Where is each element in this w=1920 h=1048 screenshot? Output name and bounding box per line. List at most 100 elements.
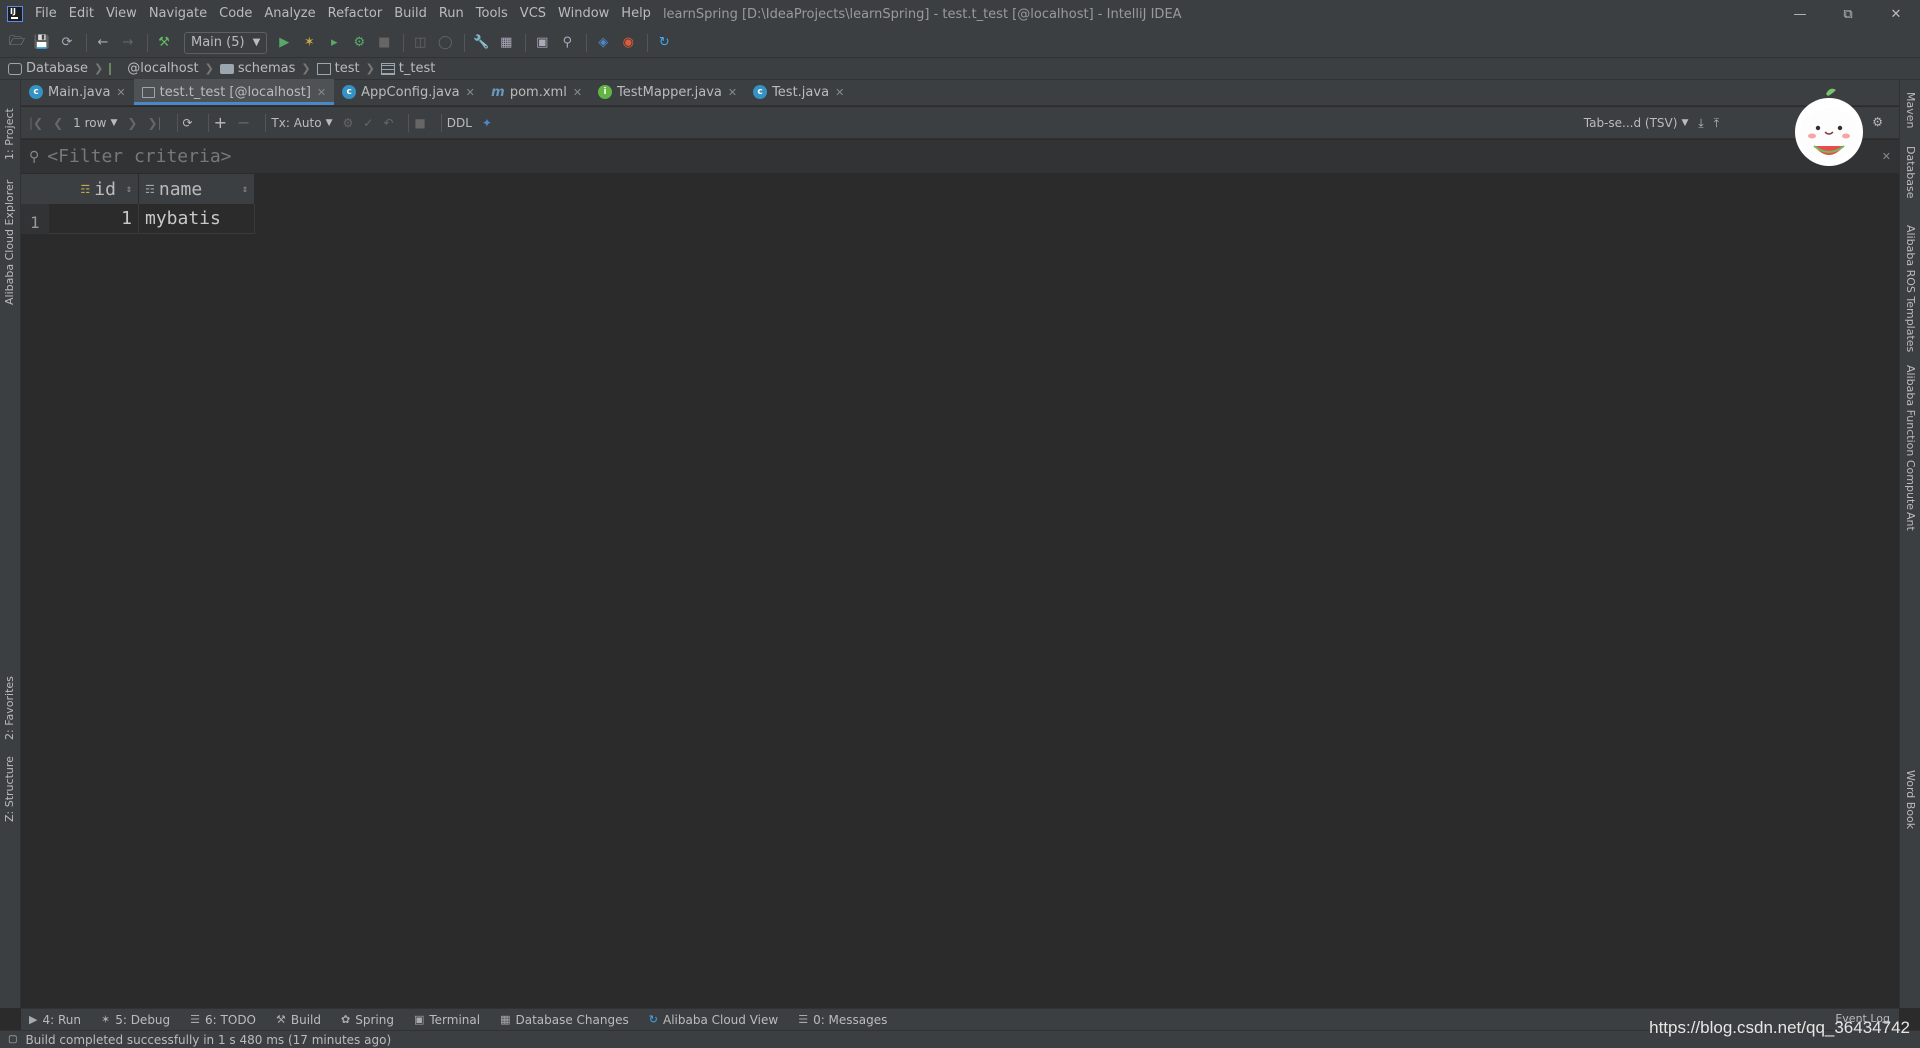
synchronize-icon[interactable]: ⟳ <box>56 32 78 54</box>
tool-tab-project[interactable]: 1: Project <box>3 108 16 160</box>
close-filter-icon[interactable]: ✕ <box>1882 150 1891 163</box>
reload-icon[interactable]: ⟳ <box>183 116 193 130</box>
tool-tab-database-changes[interactable]: ▦ Database Changes <box>500 1013 629 1027</box>
close-window-icon[interactable]: ✕ <box>1872 0 1920 28</box>
debug-icon[interactable]: ✶ <box>298 32 320 54</box>
profile-icon[interactable]: ⚙ <box>348 32 370 54</box>
tool-tab-terminal[interactable]: ▣ Terminal <box>414 1013 480 1027</box>
menu-build[interactable]: Build <box>388 0 433 28</box>
tool-tab-favorites[interactable]: 2: Favorites <box>3 676 16 740</box>
export-format-select[interactable]: Tab-se...d (TSV) ▼ <box>1584 116 1689 130</box>
menu-window[interactable]: Window <box>552 0 615 28</box>
tool-tab-run[interactable]: ▶ 4: Run <box>29 1013 81 1027</box>
add-row-icon[interactable]: + <box>214 113 227 132</box>
tool-tab-maven[interactable]: Maven <box>1904 92 1917 128</box>
download-icon[interactable]: ⤓ <box>1698 116 1703 131</box>
close-icon[interactable]: ✕ <box>116 86 125 99</box>
restore-icon[interactable]: ⧉ <box>1824 0 1872 28</box>
cell-name[interactable]: mybatis <box>139 204 255 234</box>
vcs-commit-icon[interactable]: ◯ <box>434 32 456 54</box>
table-row[interactable]: 1 1 mybatis <box>21 204 255 234</box>
menu-navigate[interactable]: Navigate <box>143 0 213 28</box>
breadcrumb-localhost[interactable]: @localhost ❯ <box>109 61 220 76</box>
upload-icon[interactable]: ⤒ <box>1714 116 1719 131</box>
tool-tab-spring[interactable]: ✿ Spring <box>341 1013 394 1027</box>
close-icon[interactable]: ✕ <box>317 86 326 99</box>
close-icon[interactable]: ✕ <box>835 86 844 99</box>
translate-office-icon[interactable]: ◉ <box>617 32 639 54</box>
pin-icon[interactable]: ✦ <box>482 116 492 130</box>
menu-run[interactable]: Run <box>433 0 470 28</box>
tab-test-t-test[interactable]: test.t_test [@localhost] ✕ <box>133 79 335 105</box>
tab-testmapper-java[interactable]: i TestMapper.java ✕ <box>590 79 745 105</box>
menu-help[interactable]: Help <box>615 0 657 28</box>
translate-icon[interactable]: ◈ <box>592 32 614 54</box>
isolation-icon[interactable]: ⚙ <box>343 116 354 130</box>
status-toggle-icon[interactable]: ▢ <box>8 1034 17 1045</box>
tool-tab-alibaba-ros-templates[interactable]: Alibaba ROS Templates <box>1904 225 1917 352</box>
alibaba-cloud-icon[interactable]: ↻ <box>653 32 675 54</box>
back-icon[interactable]: ← <box>92 32 114 54</box>
tool-tab-database[interactable]: Database <box>1904 146 1917 199</box>
close-icon[interactable]: ✕ <box>466 86 475 99</box>
build-hammer-icon[interactable]: ⚒ <box>153 32 175 54</box>
last-page-icon[interactable]: ❯| <box>147 116 161 130</box>
commit-icon[interactable]: ✓ <box>363 116 373 130</box>
sort-icon[interactable]: ⇕ <box>122 184 132 195</box>
transaction-mode-select[interactable]: Tx: Auto ▼ <box>271 116 332 130</box>
filter-bar[interactable]: ⚲ <Filter criteria> ✕ <box>21 140 1899 174</box>
tab-appconfig-java[interactable]: c AppConfig.java ✕ <box>334 79 483 105</box>
menu-code[interactable]: Code <box>213 0 258 28</box>
row-count-select[interactable]: 1 row ▼ <box>73 116 117 130</box>
column-header-name[interactable]: ☶ name ⇕ <box>139 174 255 204</box>
project-structure-icon[interactable]: ▦ <box>495 32 517 54</box>
menu-view[interactable]: View <box>100 0 143 28</box>
run-configuration-select[interactable]: Main (5) ▼ <box>184 31 268 54</box>
run-icon[interactable]: ▶ <box>273 32 295 54</box>
tool-tab-todo[interactable]: ☰ 6: TODO <box>190 1013 256 1027</box>
menu-tools[interactable]: Tools <box>470 0 514 28</box>
ddl-button[interactable]: DDL <box>447 116 472 130</box>
tool-tab-structure[interactable]: Z: Structure <box>3 756 16 822</box>
tool-tab-alibaba-cloud-view[interactable]: ↻ Alibaba Cloud View <box>649 1013 778 1027</box>
tool-tab-debug[interactable]: ✶ 5: Debug <box>101 1013 170 1027</box>
cancel-query-icon[interactable]: ■ <box>414 116 425 130</box>
delete-row-icon[interactable]: − <box>237 113 250 132</box>
vcs-update-icon[interactable]: ◫ <box>409 32 431 54</box>
breadcrumb-schemas[interactable]: schemas ❯ <box>219 61 317 76</box>
tab-pom-xml[interactable]: m pom.xml ✕ <box>483 79 590 105</box>
run-with-coverage-icon[interactable]: ▸ <box>323 32 345 54</box>
minimize-icon[interactable]: — <box>1776 0 1824 28</box>
tab-main-java[interactable]: c Main.java ✕ <box>21 79 134 105</box>
tool-tab-alibaba-function-compute[interactable]: Alibaba Function Compute <box>1904 365 1917 510</box>
stop-icon[interactable]: ■ <box>373 32 395 54</box>
close-icon[interactable]: ✕ <box>573 86 582 99</box>
tab-test-java[interactable]: c Test.java ✕ <box>745 79 852 105</box>
menu-analyze[interactable]: Analyze <box>258 0 321 28</box>
cell-id[interactable]: 1 <box>49 204 139 234</box>
menu-file[interactable]: File <box>29 0 63 28</box>
column-header-id[interactable]: ☶ id ⇕ <box>49 174 139 204</box>
save-all-icon[interactable]: 💾 <box>31 32 53 54</box>
tool-tab-word-book[interactable]: Word Book <box>1904 770 1917 829</box>
open-folder-icon[interactable]: 🗁 <box>6 32 28 54</box>
tool-tab-alibaba-cloud-explorer[interactable]: Alibaba Cloud Explorer <box>3 180 16 305</box>
rollback-icon[interactable]: ↶ <box>383 116 393 130</box>
terminal-window-icon[interactable]: ▣ <box>531 32 553 54</box>
forward-icon[interactable]: → <box>117 32 139 54</box>
tool-tab-build[interactable]: ⚒ Build <box>276 1013 321 1027</box>
menu-vcs[interactable]: VCS <box>514 0 552 28</box>
sort-icon[interactable]: ⇕ <box>238 184 248 195</box>
previous-page-icon[interactable]: ❮ <box>53 116 63 130</box>
filter-criteria-input[interactable]: <Filter criteria> <box>47 146 231 167</box>
breadcrumb-database[interactable]: Database ❯ <box>8 61 109 76</box>
next-page-icon[interactable]: ❯ <box>127 116 137 130</box>
settings-gear-icon[interactable]: ⚙ <box>1872 115 1883 129</box>
tool-tab-ant[interactable]: Ant <box>1904 512 1917 531</box>
settings-wrench-icon[interactable]: 🔧 <box>470 32 492 54</box>
first-page-icon[interactable]: |❮ <box>29 116 43 130</box>
menu-edit[interactable]: Edit <box>63 0 100 28</box>
search-icon[interactable]: ⚲ <box>556 32 578 54</box>
breadcrumb-t-test[interactable]: t_test <box>380 61 435 76</box>
menu-refactor[interactable]: Refactor <box>322 0 389 28</box>
